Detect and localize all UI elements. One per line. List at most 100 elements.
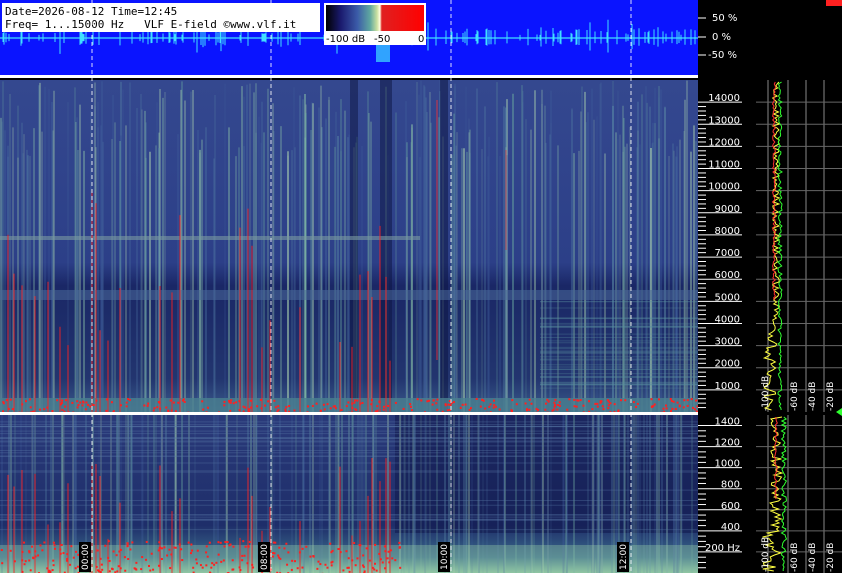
lightning-dot <box>168 548 171 551</box>
lower-tick-label: 200 Hz <box>705 543 740 554</box>
lightning-dot <box>107 540 110 543</box>
lightning-dot <box>436 408 439 411</box>
spectrum-label: -20 dB <box>826 543 836 572</box>
lightning-dot <box>399 566 402 569</box>
lightning-dot <box>230 399 233 402</box>
lightning-dot <box>378 552 381 555</box>
lightning-dot <box>59 552 62 555</box>
lightning-dot <box>671 407 674 410</box>
upper-band-5khz <box>0 290 698 300</box>
lightning-dot <box>635 405 638 408</box>
lightning-dot <box>41 549 44 552</box>
lightning-dot <box>447 403 450 406</box>
lightning-dot <box>66 559 69 562</box>
lightning-dot <box>484 407 487 410</box>
lightning-dot <box>370 399 373 402</box>
header-box: Date=2026-08-12 Time=12:45 Freq= 1...150… <box>2 3 320 32</box>
lightning-dot <box>382 405 385 408</box>
upper-band-8khz <box>0 236 420 240</box>
lightning-dot <box>345 405 348 408</box>
lightning-dot <box>351 402 354 405</box>
lightning-dot <box>39 544 42 547</box>
lightning-dot <box>319 563 322 566</box>
lightning-dot <box>199 564 202 567</box>
spectrum-panel: -100 dB -60 dB -40 dB -20 dB -100 dB -60… <box>756 80 842 573</box>
lightning-dot <box>178 543 181 546</box>
lightning-dot <box>228 399 231 402</box>
lightning-dot <box>135 561 138 564</box>
waveform-label-plus50: 50 % <box>712 13 737 24</box>
lightning-dot <box>378 400 381 403</box>
lightning-dot <box>607 400 610 403</box>
lightning-dot <box>1 562 4 565</box>
lightning-dot <box>70 545 73 548</box>
lower-tick-label: 1000 <box>715 459 740 470</box>
lightning-dot <box>617 409 620 412</box>
upper-spectrogram <box>0 80 700 414</box>
lightning-dot <box>356 399 359 402</box>
lightning-dot <box>52 559 55 562</box>
lightning-dot <box>223 400 226 403</box>
lightning-dot <box>322 403 325 406</box>
lightning-dot <box>9 398 12 401</box>
spectrum-trace-green-lower <box>780 416 788 571</box>
lightning-dot <box>52 564 55 567</box>
lightning-dot <box>110 401 113 404</box>
lightning-dot <box>481 398 484 401</box>
lightning-dot <box>247 545 250 548</box>
lightning-dot <box>53 544 56 547</box>
lightning-dot <box>43 541 46 544</box>
lightning-dot <box>287 551 290 554</box>
lightning-dot <box>452 401 455 404</box>
lightning-dot <box>21 550 24 553</box>
lightning-dot <box>528 408 531 411</box>
lightning-dot <box>283 547 286 550</box>
lightning-dot <box>160 547 163 550</box>
lightning-dot <box>334 407 337 410</box>
lightning-dot <box>342 569 345 572</box>
lightning-dot <box>181 559 184 562</box>
lightning-dot <box>48 569 51 572</box>
lightning-dot <box>205 545 208 548</box>
lightning-dot <box>24 560 27 563</box>
lightning-dot <box>573 405 576 408</box>
lightning-dot <box>43 408 46 411</box>
lightning-dot <box>87 403 90 406</box>
lightning-dot <box>96 549 99 552</box>
colorbar-gradient <box>326 5 424 31</box>
lightning-dot <box>544 408 547 411</box>
header-date-time: Date=2026-08-12 Time=12:45 <box>5 5 177 18</box>
lightning-dot <box>686 399 689 402</box>
upper-tick-label: 6000 <box>715 270 740 281</box>
lightning-dot <box>596 405 599 408</box>
lightning-dot <box>239 568 242 571</box>
lightning-dot <box>77 553 80 556</box>
lightning-dot <box>211 562 214 565</box>
lightning-dot <box>658 398 661 401</box>
lightning-dot <box>107 556 110 559</box>
vlf-spectrogram-screen: Date=2026-08-12 Time=12:45 Freq= 1...150… <box>0 0 842 573</box>
lightning-dot <box>46 567 49 570</box>
lightning-dot <box>205 551 208 554</box>
lightning-dot <box>160 558 163 561</box>
lightning-dot <box>436 398 439 401</box>
lightning-dot <box>126 542 129 545</box>
lightning-dot <box>670 399 673 402</box>
lightning-dot <box>28 550 31 553</box>
lightning-dot <box>125 405 128 408</box>
lightning-dot <box>92 404 95 407</box>
lightning-dot <box>29 569 32 572</box>
lightning-dot <box>244 406 247 409</box>
lightning-dot <box>690 398 693 401</box>
lightning-dot <box>347 401 350 404</box>
lightning-dot <box>195 562 198 565</box>
top-right-marker <box>826 0 842 6</box>
lightning-dot <box>279 557 282 560</box>
lightning-dot <box>315 402 318 405</box>
lightning-dot <box>61 399 64 402</box>
lightning-dot <box>64 405 67 408</box>
lightning-dot <box>170 409 173 412</box>
lightning-dot <box>594 402 597 405</box>
lightning-dot <box>223 404 226 407</box>
lightning-dot <box>599 400 602 403</box>
